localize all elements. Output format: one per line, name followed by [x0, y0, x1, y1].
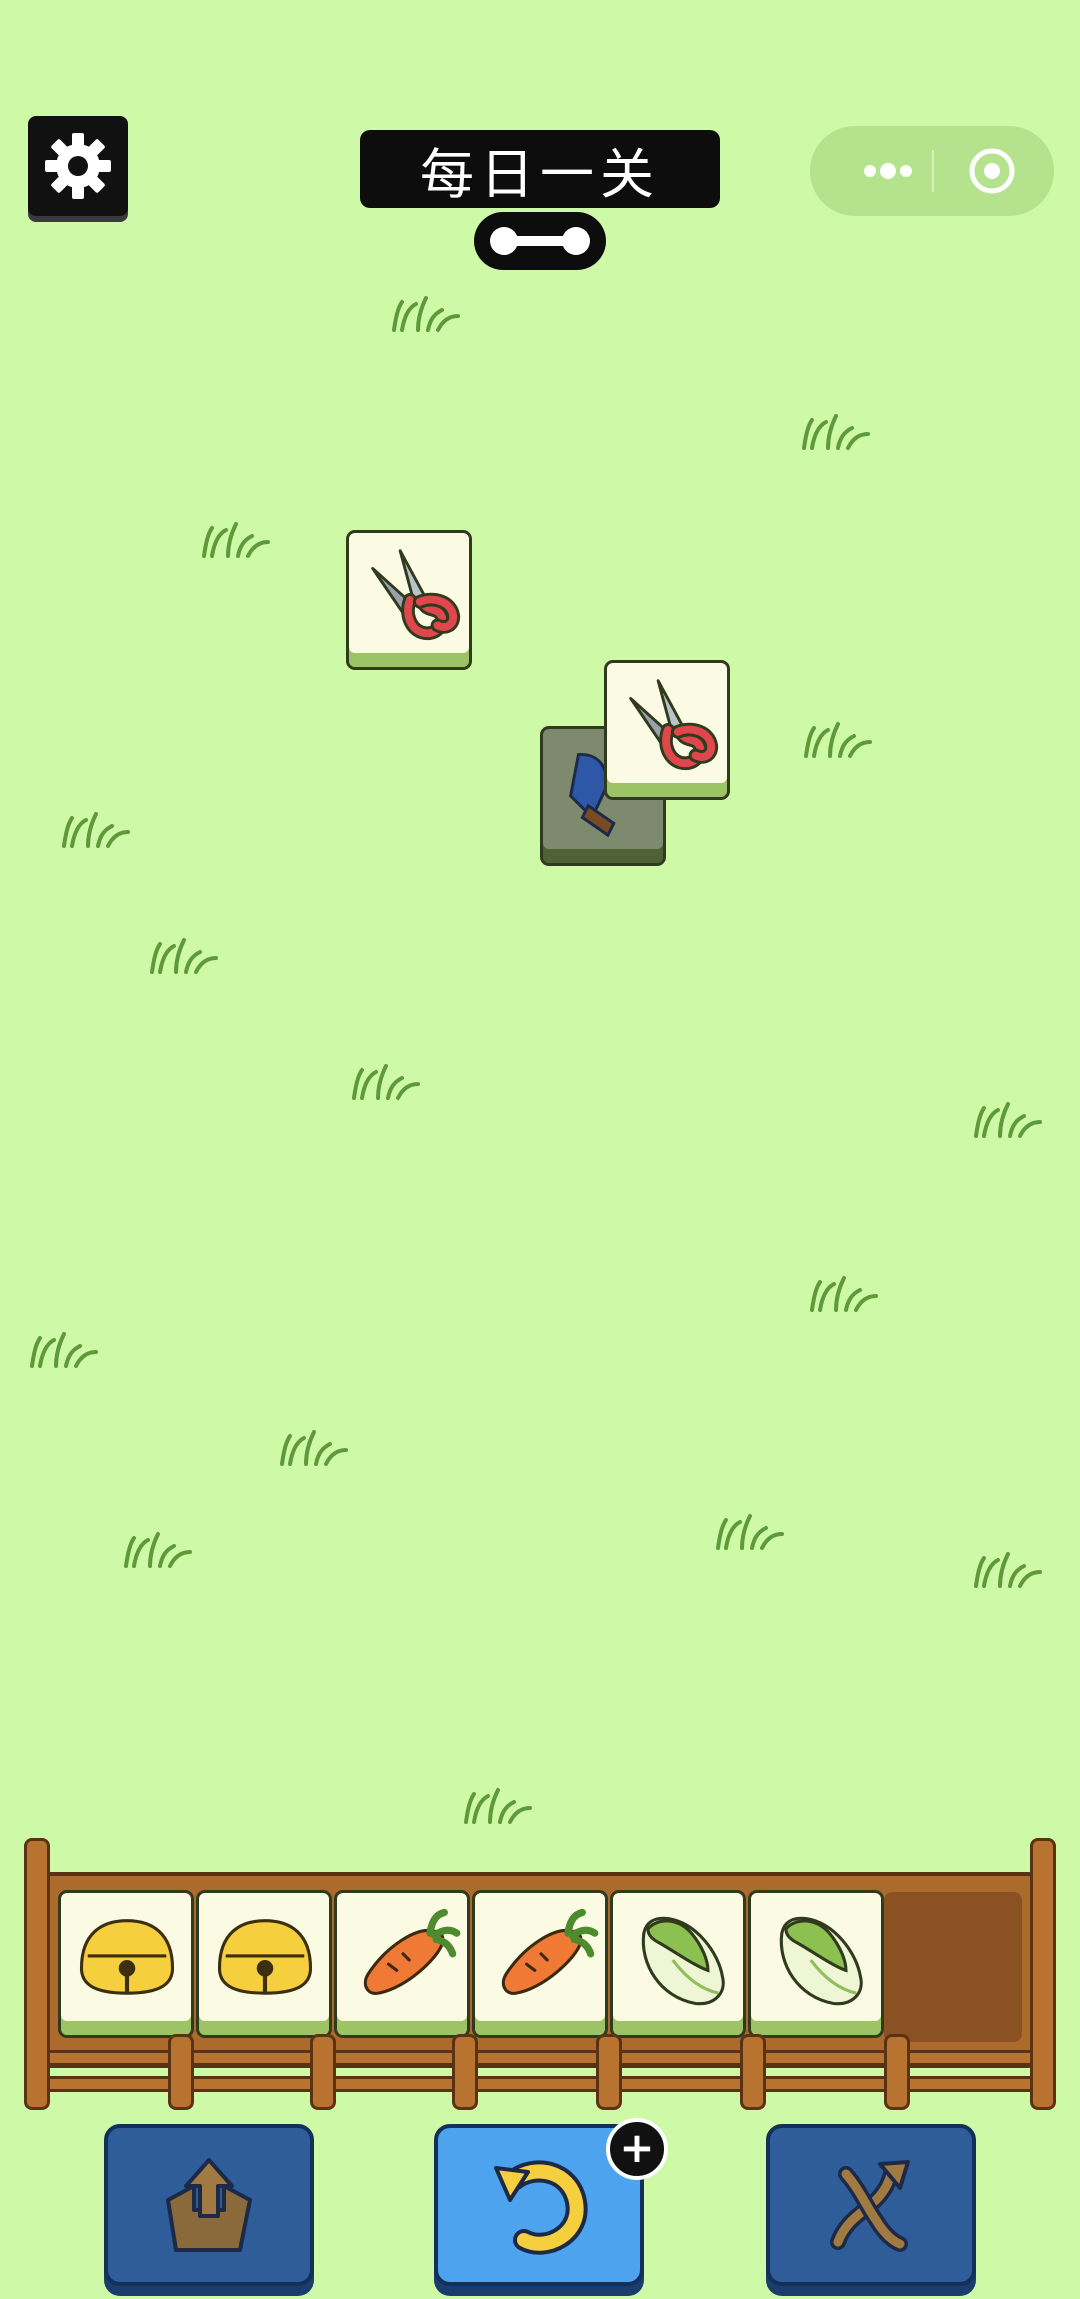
scissors-icon: [355, 539, 463, 647]
shuffle-icon: [830, 2160, 910, 2252]
shuffle-button[interactable]: [766, 2124, 976, 2286]
tray-tile-bell: [196, 1890, 332, 2038]
grass-decoration: [62, 812, 130, 848]
tray-tile-cabbage: [748, 1890, 884, 2038]
undo-plus-badge[interactable]: +: [606, 2118, 668, 2180]
tray-tile-carrot: [472, 1890, 608, 2038]
fence-post: [24, 1838, 50, 2110]
close-button[interactable]: [956, 144, 1028, 198]
fence-post: [168, 2034, 194, 2110]
fence-post: [596, 2034, 622, 2110]
carrot-icon: [481, 1899, 601, 2019]
grass-decoration: [280, 1430, 348, 1466]
tray-tile-carrot: [334, 1890, 470, 2038]
cabbage-icon: [779, 1916, 863, 2006]
fence-post: [452, 2034, 478, 2110]
grass-decoration: [804, 722, 872, 758]
grass-decoration: [464, 1788, 532, 1824]
fence-post: [1030, 1838, 1056, 2110]
move-out-button[interactable]: [104, 2124, 314, 2286]
undo-arrow-icon: [494, 2160, 588, 2255]
settings-button[interactable]: [28, 116, 128, 216]
mini-program-capsule: [810, 126, 1054, 216]
fence-post: [884, 2034, 910, 2110]
tray-tile-bell: [58, 1890, 194, 2038]
fence-post: [310, 2034, 336, 2110]
more-dots-icon: [864, 163, 912, 179]
capsule-divider: [932, 150, 934, 192]
board-tile-scissors[interactable]: [346, 530, 472, 670]
grass-decoration: [802, 414, 870, 450]
fence-post: [740, 2034, 766, 2110]
board-tile-scissors[interactable]: [604, 660, 730, 800]
grass-decoration: [30, 1332, 98, 1368]
grass-decoration: [352, 1064, 420, 1100]
scissors-icon: [613, 669, 721, 777]
level-title: 每日一关: [360, 130, 720, 208]
gear-icon: [45, 133, 111, 199]
grass-decoration: [392, 296, 460, 332]
progress-dumbbell-icon: [490, 227, 590, 255]
bell-icon: [205, 1899, 325, 2019]
carrot-icon: [343, 1899, 463, 2019]
move-out-icon: [166, 2158, 252, 2252]
target-close-icon: [969, 148, 1015, 194]
grass-decoration: [974, 1552, 1042, 1588]
grass-decoration: [810, 1276, 878, 1312]
cabbage-icon: [641, 1916, 725, 2006]
grass-decoration: [150, 938, 218, 974]
grass-decoration: [124, 1532, 192, 1568]
progress-indicator: [474, 212, 606, 270]
bell-icon: [67, 1899, 187, 2019]
grass-decoration: [974, 1102, 1042, 1138]
more-button[interactable]: [848, 146, 928, 196]
grass-decoration: [716, 1514, 784, 1550]
grass-decoration: [202, 522, 270, 558]
tray-slot-empty: [884, 1892, 1022, 2042]
tray-tile-cabbage: [610, 1890, 746, 2038]
level-title-text: 每日一关: [420, 142, 660, 206]
